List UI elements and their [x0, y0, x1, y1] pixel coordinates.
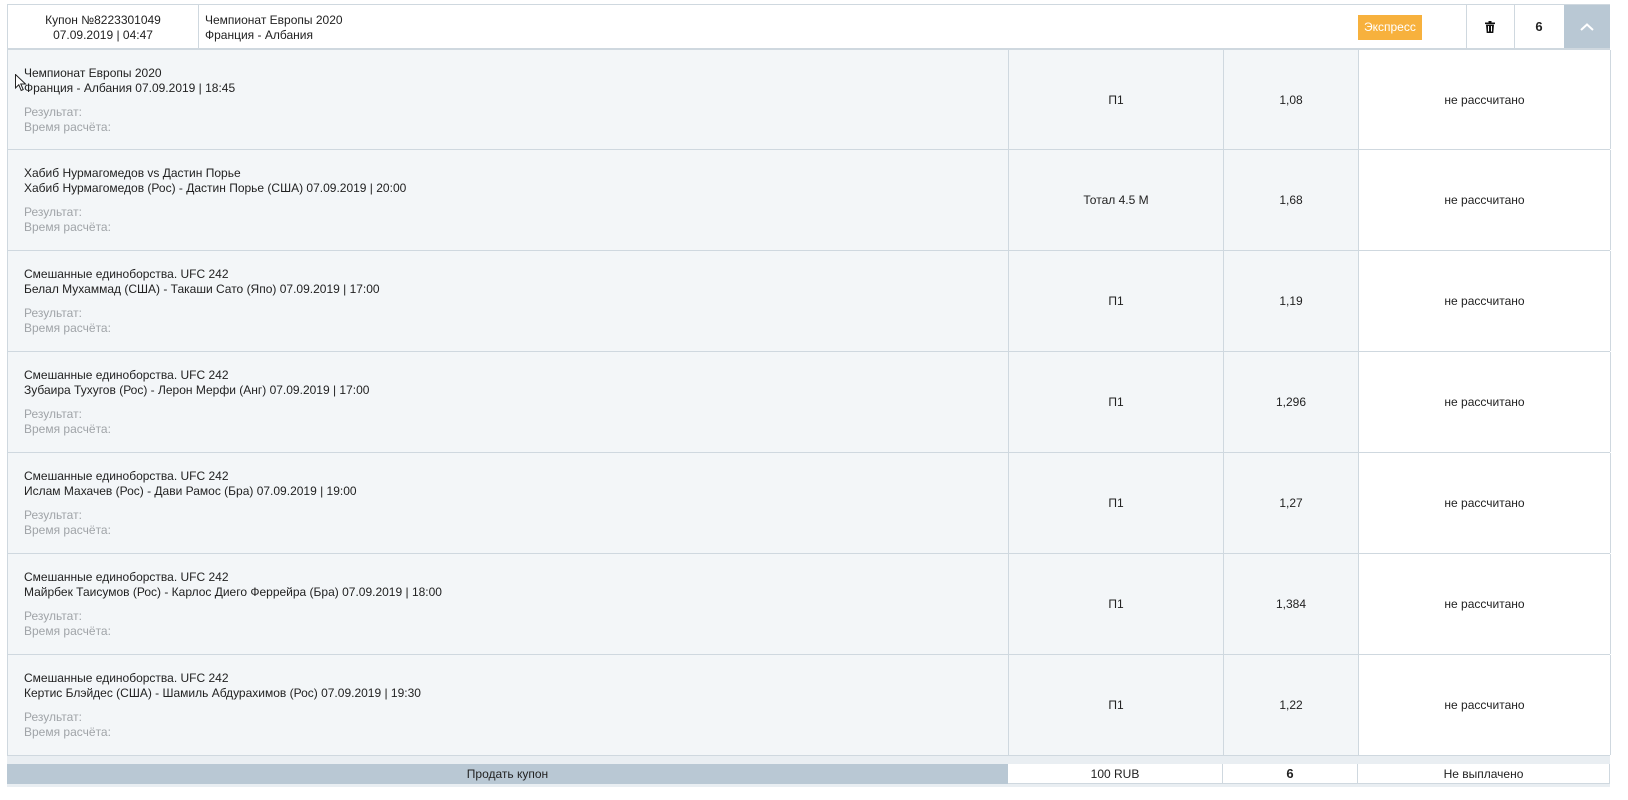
bet-odds: 1,68 — [1224, 150, 1359, 250]
bet-status: не рассчитано — [1359, 352, 1611, 452]
bet-status: не рассчитано — [1359, 150, 1611, 250]
bet-row: Смешанные единоборства. UFC 242 Майрбек Т… — [7, 554, 1611, 655]
bet-status: не рассчитано — [1359, 251, 1611, 351]
calc-time-label: Время расчёта: — [24, 120, 111, 134]
stake-amount: 100 RUB — [1008, 764, 1223, 784]
bet-row: Смешанные единоборства. UFC 242 Белал Мух… — [7, 251, 1611, 352]
event-teams: Хабиб Нурмагомедов (Рос) - Дастин Порье … — [24, 181, 407, 195]
result-label: Результат: — [24, 407, 82, 421]
event-league: Чемпионат Европы 2020 — [24, 66, 162, 80]
mouse-cursor-icon — [15, 74, 27, 92]
delete-button[interactable] — [1466, 5, 1514, 48]
bet-row: Смешанные единоборства. UFC 242 Кертис Бл… — [7, 655, 1611, 756]
event-cell: Смешанные единоборства. UFC 242 Майрбек Т… — [8, 554, 1009, 654]
coupon-match: Франция - Албания — [205, 28, 313, 42]
event-league: Смешанные единоборства. UFC 242 — [24, 267, 229, 281]
coupon-number: Купон №8223301049 — [45, 13, 161, 27]
calc-time-label: Время расчёта: — [24, 321, 111, 335]
trash-icon — [1485, 20, 1495, 33]
bets-count: 6 — [1535, 19, 1543, 34]
bet-outcome: П1 — [1009, 554, 1224, 654]
bet-status: не рассчитано — [1359, 50, 1611, 149]
bet-status: не рассчитано — [1359, 554, 1611, 654]
calc-time-label: Время расчёта: — [24, 523, 111, 537]
bet-odds: 1,19 — [1224, 251, 1359, 351]
coupon-card: Купон №8223301049 07.09.2019 | 04:47 Чем… — [7, 4, 1611, 787]
result-label: Результат: — [24, 508, 82, 522]
calc-time-label: Время расчёта: — [24, 624, 111, 638]
bet-outcome: П1 — [1009, 251, 1224, 351]
total-odds: 6 — [1223, 764, 1358, 784]
event-cell: Смешанные единоборства. UFC 242 Зубаира Т… — [8, 352, 1009, 452]
bet-odds: 1,22 — [1224, 655, 1359, 755]
event-cell: Смешанные единоборства. UFC 242 Белал Мух… — [8, 251, 1009, 351]
calc-time-label: Время расчёта: — [24, 725, 111, 739]
result-label: Результат: — [24, 205, 82, 219]
bet-row: Смешанные единоборства. UFC 242 Ислам Мах… — [7, 453, 1611, 554]
coupon-id-cell: Купон №8223301049 07.09.2019 | 04:47 — [8, 5, 199, 48]
calc-time-label: Время расчёта: — [24, 220, 111, 234]
bet-outcome: П1 — [1009, 352, 1224, 452]
event-teams: Зубаира Тухугов (Рос) - Лерон Мерфи (Анг… — [24, 383, 370, 397]
bet-odds: 1,08 — [1224, 50, 1359, 149]
bet-outcome: П1 — [1009, 453, 1224, 553]
payout-status: Не выплачено — [1358, 764, 1610, 784]
bet-status: не рассчитано — [1359, 453, 1611, 553]
event-teams: Кертис Блэйдес (США) - Шамиль Абдурахимо… — [24, 686, 421, 700]
event-teams: Ислам Махачев (Рос) - Дави Рамос (Бра) 0… — [24, 484, 357, 498]
event-teams: Франция - Албания 07.09.2019 | 18:45 — [24, 81, 236, 95]
result-label: Результат: — [24, 306, 82, 320]
coupon-datetime: 07.09.2019 | 04:47 — [53, 28, 153, 42]
bet-row: Чемпионат Европы 2020 Франция - Албания 0… — [7, 49, 1611, 150]
bets-table: Чемпионат Европы 2020 Франция - Албания 0… — [7, 49, 1611, 756]
bet-outcome: П1 — [1009, 50, 1224, 149]
event-cell: Смешанные единоборства. UFC 242 Ислам Мах… — [8, 453, 1009, 553]
event-league: Смешанные единоборства. UFC 242 — [24, 368, 229, 382]
event-teams: Майрбек Таисумов (Рос) - Карлос Диего Фе… — [24, 585, 442, 599]
bet-odds: 1,384 — [1224, 554, 1359, 654]
result-label: Результат: — [24, 609, 82, 623]
event-cell: Смешанные единоборства. UFC 242 Кертис Бл… — [8, 655, 1009, 755]
event-league: Смешанные единоборства. UFC 242 — [24, 469, 229, 483]
coupon-event-cell: Чемпионат Европы 2020 Франция - Албания — [199, 5, 1299, 48]
express-badge: Экспресс — [1358, 15, 1422, 40]
bet-outcome: Тотал 4.5 М — [1009, 150, 1224, 250]
event-cell: Чемпионат Европы 2020 Франция - Албания 0… — [8, 50, 1009, 149]
result-label: Результат: — [24, 710, 82, 724]
event-league: Хабиб Нурмагомедов vs Дастин Порье — [24, 166, 241, 180]
coupon-header[interactable]: Купон №8223301049 07.09.2019 | 04:47 Чем… — [7, 4, 1610, 49]
result-label: Результат: — [24, 105, 82, 119]
bet-row: Смешанные единоборства. UFC 242 Зубаира Т… — [7, 352, 1611, 453]
bet-status: не рассчитано — [1359, 655, 1611, 755]
chevron-up-icon — [1580, 22, 1594, 31]
bet-odds: 1,296 — [1224, 352, 1359, 452]
coupon-footer: Продать купон 100 RUB 6 Не выплачено — [7, 764, 1610, 784]
event-cell: Хабиб Нурмагомедов vs Дастин Порье Хабиб … — [8, 150, 1009, 250]
collapse-button[interactable] — [1564, 5, 1610, 48]
coupon-tournament: Чемпионат Европы 2020 — [205, 13, 343, 27]
event-teams: Белал Мухаммад (США) - Такаши Сато (Япо)… — [24, 282, 380, 296]
bet-row: Хабиб Нурмагомедов vs Дастин Порье Хабиб … — [7, 150, 1611, 251]
bet-outcome: П1 — [1009, 655, 1224, 755]
bet-odds: 1,27 — [1224, 453, 1359, 553]
event-league: Смешанные единоборства. UFC 242 — [24, 671, 229, 685]
calc-time-label: Время расчёта: — [24, 422, 111, 436]
sell-coupon-button[interactable]: Продать купон — [7, 764, 1008, 784]
event-league: Смешанные единоборства. UFC 242 — [24, 570, 229, 584]
